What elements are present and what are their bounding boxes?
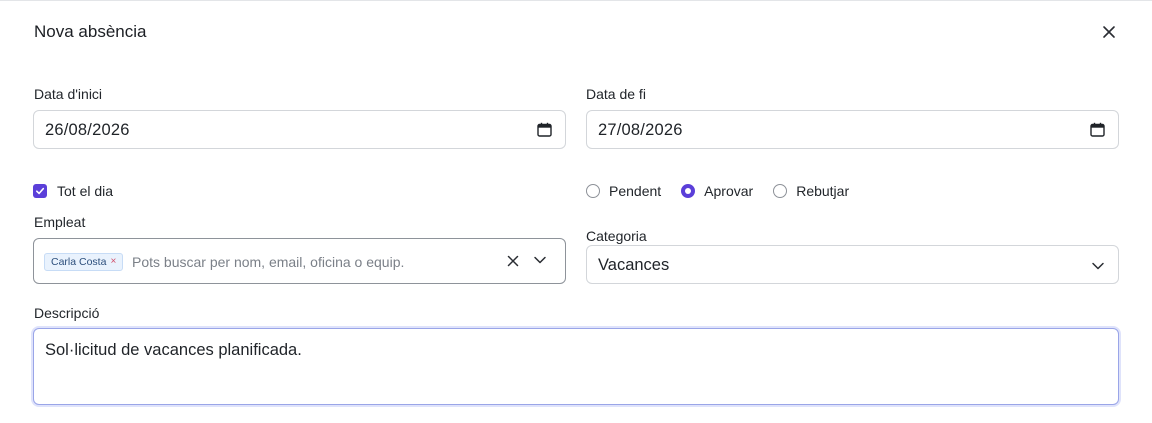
status-option-reject[interactable]: Rebutjar xyxy=(773,183,849,199)
chevron-down-icon xyxy=(1092,262,1104,270)
check-icon xyxy=(36,187,45,195)
end-date-value: 27/08/2026 xyxy=(598,121,683,139)
description-textarea[interactable]: Sol·licitud de vacances planificada. xyxy=(33,328,1119,405)
selected-employee-tag: Carla Costa × xyxy=(44,253,124,271)
new-absence-dialog: Nova absència Data d'inici 26/08/2026 Da… xyxy=(0,0,1152,423)
calendar-icon[interactable] xyxy=(537,122,552,137)
chevron-down-icon[interactable] xyxy=(533,255,547,265)
status-radio-pending[interactable] xyxy=(586,184,600,198)
close-button[interactable] xyxy=(1098,21,1120,43)
end-date-label: Data de fi xyxy=(586,86,646,102)
all-day-option[interactable]: Tot el dia xyxy=(33,183,113,199)
start-date-value: 26/08/2026 xyxy=(45,121,130,139)
clear-icon[interactable] xyxy=(506,254,520,268)
description-value: Sol·licitud de vacances planificada. xyxy=(45,341,302,359)
start-date-label: Data d'inici xyxy=(34,86,103,102)
start-date-input[interactable]: 26/08/2026 xyxy=(33,110,566,149)
remove-tag-button[interactable]: × xyxy=(110,257,116,267)
status-label-approve: Aprovar xyxy=(704,183,754,199)
selected-employee-name: Carla Costa xyxy=(51,256,107,268)
all-day-checkbox[interactable] xyxy=(33,184,47,198)
all-day-label: Tot el dia xyxy=(57,183,114,199)
status-radio-reject[interactable] xyxy=(773,184,788,198)
description-label: Descripció xyxy=(34,305,100,321)
status-radio-group: Pendent Aprovar Rebutjar xyxy=(586,183,869,199)
status-option-pending[interactable]: Pendent xyxy=(586,183,661,199)
employee-label: Empleat xyxy=(34,214,86,230)
status-radio-approve[interactable] xyxy=(681,184,696,198)
close-icon xyxy=(1103,26,1115,38)
status-label-reject: Rebutjar xyxy=(796,183,850,199)
category-select[interactable]: Vacances xyxy=(586,245,1119,284)
dialog-title: Nova absència xyxy=(34,22,147,41)
status-label-pending: Pendent xyxy=(609,183,662,199)
category-label: Categoria xyxy=(586,228,647,244)
status-option-approve[interactable]: Aprovar xyxy=(681,183,753,199)
end-date-input[interactable]: 27/08/2026 xyxy=(586,110,1119,149)
employee-select[interactable]: Carla Costa × Pots buscar per nom, email… xyxy=(33,238,566,284)
calendar-icon[interactable] xyxy=(1090,122,1105,137)
category-value: Vacances xyxy=(598,256,670,274)
employee-search-input[interactable]: Pots buscar per nom, email, oficina o eq… xyxy=(132,254,404,270)
